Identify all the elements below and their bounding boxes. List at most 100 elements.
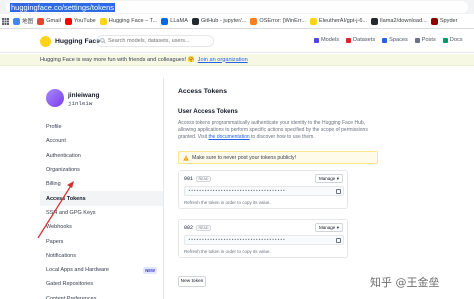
bookmark-favicon-icon xyxy=(37,17,45,25)
sidebar-item-access-tokens[interactable]: Access Tokens xyxy=(40,191,163,206)
bookmark-favicon-icon xyxy=(191,17,199,25)
warning-text: Make sure to never post your tokens publ… xyxy=(192,154,297,161)
token-role-badge: READ xyxy=(196,176,212,182)
copy-icon[interactable] xyxy=(336,238,341,243)
nav-posts[interactable]: Posts xyxy=(414,37,436,43)
manage-token-button[interactable]: Manage ▾ xyxy=(315,174,343,183)
main-content: Access Tokens User Access Tokens Access … xyxy=(170,78,380,299)
nav-label: Datasets xyxy=(353,37,376,43)
sidebar-item-billing[interactable]: Billing xyxy=(40,177,163,191)
hugging-face-logo-icon[interactable] xyxy=(40,36,51,47)
site-header: Hugging Face Models Datasets Spaces Posts Do… xyxy=(0,30,474,53)
sidebar-item-organizations[interactable]: Organizations xyxy=(40,163,163,177)
promo-text: Hugging Face is way more fun with friend… xyxy=(40,56,195,63)
nav-label: Spaces xyxy=(389,37,408,43)
new-token-button[interactable]: New token xyxy=(178,276,206,287)
nav-docs[interactable]: Docs xyxy=(442,37,463,43)
sidebar-item-content-preferences[interactable]: Content Preferences xyxy=(40,292,163,299)
bookmark-favicon-icon xyxy=(99,17,107,25)
sidebar-item-authentication[interactable]: Authentication xyxy=(40,149,163,163)
join-organization-link[interactable]: Join an organization xyxy=(198,57,248,63)
bookmark-item[interactable]: Gmail xyxy=(37,17,61,25)
bookmark-item[interactable]: GitHub - jupyter/... xyxy=(191,17,247,25)
token-role-badge: READ xyxy=(196,225,212,231)
sidebar-item-profile[interactable]: Profile xyxy=(40,120,163,134)
bookmark-label: YouTube xyxy=(73,18,96,24)
sidebar-item-notifications[interactable]: Notifications xyxy=(40,249,163,263)
nav-datasets[interactable]: Datasets xyxy=(346,37,375,43)
bookmark-item[interactable]: OSError: [WinErr... xyxy=(250,17,306,25)
description-visit-text: Visit xyxy=(197,133,208,140)
manage-label: Manage xyxy=(318,225,336,230)
sidebar-item-label: Access Tokens xyxy=(46,195,86,202)
section-title: User Access Tokens xyxy=(178,108,238,115)
sidebar-item-label: Notifications xyxy=(46,252,76,259)
docs-icon xyxy=(442,37,448,43)
token-hint: Refresh the token in order to copy its v… xyxy=(184,249,271,254)
sidebar-item-papers[interactable]: Papers xyxy=(40,234,163,248)
bookmark-label: OSError: [WinErr... xyxy=(259,18,306,24)
bookmark-item[interactable]: llama2/download... xyxy=(371,17,427,25)
bookmark-favicon-icon xyxy=(430,17,438,25)
token-hint: Refresh the token in order to copy its v… xyxy=(184,200,271,205)
bookmark-item[interactable]: EleutherAI/gpt-j-6... xyxy=(309,17,367,25)
bookmark-label: Gmail xyxy=(46,18,61,24)
bookmark-label: LLaMA xyxy=(170,18,188,24)
bookmark-item[interactable]: LLaMA xyxy=(161,17,188,25)
tokens-description: Access tokens programmatically authentic… xyxy=(178,120,370,140)
models-icon xyxy=(314,37,319,43)
token-name: 002 xyxy=(184,225,194,231)
manage-token-button[interactable]: Manage ▾ xyxy=(315,223,343,232)
sidebar-item-ssh-and-gpg-keys[interactable]: SSH and GPG Keys xyxy=(40,206,163,220)
apps-grid-icon xyxy=(2,17,9,25)
nav-label: Models xyxy=(321,37,340,43)
chevron-down-icon: ▾ xyxy=(336,224,340,230)
token-header: 001 READ xyxy=(184,176,212,182)
bookmark-favicon-icon xyxy=(161,17,169,25)
documentation-link[interactable]: the documentation xyxy=(209,134,250,140)
apps-shortcut[interactable] xyxy=(2,17,9,25)
copy-icon[interactable] xyxy=(336,189,341,194)
avatar[interactable] xyxy=(46,89,64,107)
warning-icon xyxy=(183,154,189,161)
sidebar-item-label: Webhooks xyxy=(46,224,72,231)
token-masked-value: •••••••••••••••••••••••••••••••••••• xyxy=(188,237,286,243)
posts-icon xyxy=(414,37,420,43)
manage-label: Manage xyxy=(318,176,336,181)
token-card: 001 READ Manage ▾ ••••••••••••••••••••••••••… xyxy=(178,170,348,209)
sidebar-item-webhooks[interactable]: Webhooks xyxy=(40,220,163,234)
sidebar-item-label: Gated Repositories xyxy=(46,281,94,288)
search-input[interactable] xyxy=(108,38,208,44)
token-header: 002 READ xyxy=(184,225,212,231)
bookmark-item[interactable]: 地图 xyxy=(13,17,33,25)
watermark-text: 知乎 @王金垒 xyxy=(370,276,440,289)
sidebar-item-account[interactable]: Account xyxy=(40,134,163,148)
address-bar[interactable]: huggingface.co/settings/tokens xyxy=(6,1,468,13)
nav-label: Posts xyxy=(421,37,436,43)
nav-label: Docs xyxy=(449,37,463,43)
top-nav: Models Datasets Spaces Posts Docs xyxy=(314,37,463,43)
search-box[interactable] xyxy=(96,35,214,47)
nav-spaces[interactable]: Spaces xyxy=(382,37,408,43)
nav-models[interactable]: Models xyxy=(314,37,339,43)
token-value-field[interactable]: •••••••••••••••••••••••••••••••••••• xyxy=(184,235,344,245)
new-badge: NEW xyxy=(143,266,157,274)
bookmark-item[interactable]: YouTube xyxy=(64,17,96,25)
token-value-field[interactable]: •••••••••••••••••••••••••••••••••••• xyxy=(184,186,344,196)
sidebar-item-local-apps-and-hardware[interactable]: Local Apps and Hardware NEW xyxy=(40,263,163,277)
sidebar-item-gated-repositories[interactable]: Gated Repositories xyxy=(40,277,163,291)
bookmark-label: GitHub - jupyter/... xyxy=(200,18,247,24)
settings-sidebar: jinleiwang jinleiw Profile Account Authent… xyxy=(40,78,164,299)
token-name: 001 xyxy=(184,176,194,182)
warning-box: Make sure to never post your tokens publ… xyxy=(178,151,378,164)
bookmark-label: Hugging Face – T... xyxy=(108,18,158,24)
bookmark-item[interactable]: Spyder xyxy=(430,17,458,25)
sidebar-item-label: Account xyxy=(46,138,66,145)
bookmark-label: 地图 xyxy=(22,19,34,25)
profile-username: jinleiw xyxy=(68,100,93,107)
brand-name[interactable]: Hugging Face xyxy=(55,38,100,45)
bookmark-item[interactable]: Hugging Face – T... xyxy=(99,17,158,25)
bookmark-label: llama2/download... xyxy=(380,18,427,24)
sidebar-item-label: Billing xyxy=(46,181,61,188)
browser-url-bar: huggingface.co/settings/tokens xyxy=(0,0,474,14)
